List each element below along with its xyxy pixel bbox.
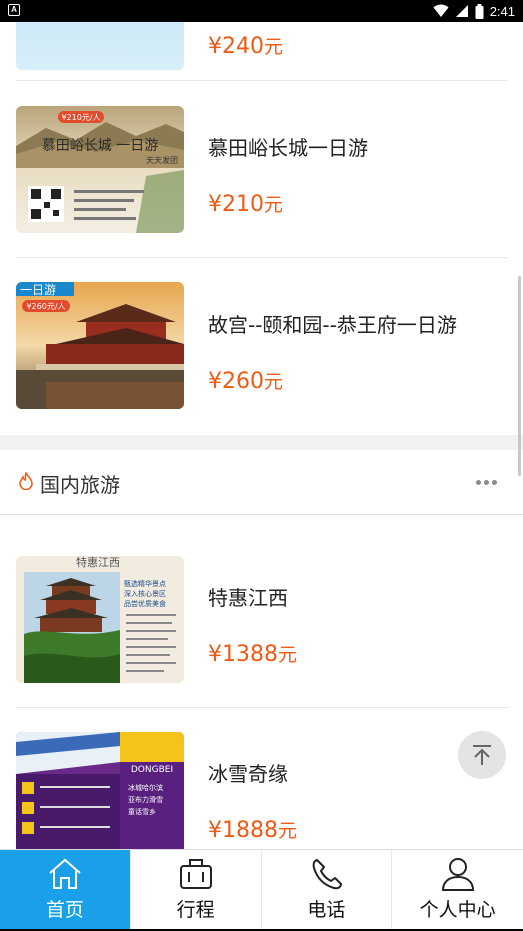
product-price: ¥1388元	[208, 642, 298, 667]
section-title: 国内旅游	[40, 473, 120, 497]
list-item[interactable]: 一日游 ¥260元/人 故宫--颐和园--恭王府一日游 ¥260元	[0, 267, 523, 443]
tab-label: 电话	[307, 899, 346, 921]
scrollbar[interactable]	[518, 276, 521, 476]
product-title[interactable]: 故宫--颐和园--恭王府一日游	[208, 309, 457, 338]
wifi-icon	[433, 4, 449, 17]
status-time: 2:41	[489, 3, 515, 19]
product-price: ¥260元	[208, 369, 284, 394]
thumb-tagline-1: 冰城哈尔滨	[128, 783, 163, 792]
thumb-title: 一日游	[20, 283, 56, 297]
tab-itinerary[interactable]: 行程	[131, 850, 262, 931]
thumb-tagline-3: 品尝优质美食	[124, 599, 166, 608]
thumb-tagline-3: 童话雪乡	[128, 807, 156, 816]
tab-label: 首页	[45, 899, 84, 921]
tab-label: 个人中心	[419, 899, 496, 921]
list-item[interactable]: ¥210元/人 慕田峪长城 一日游 天天发团 慕田峪长城一日游 ¥210元	[0, 90, 523, 266]
content-scroll[interactable]: ¥240元 ¥210元/人 慕田峪长城 一日游 天天发团 慕田峪长城一日游 ¥2…	[0, 22, 523, 849]
tab-home[interactable]: 首页	[0, 850, 131, 931]
product-title[interactable]: 特惠江西	[208, 582, 288, 611]
status-bar: A 2:41	[0, 0, 523, 22]
product-price: ¥1888元	[208, 818, 298, 843]
divider	[16, 257, 507, 258]
product-thumbnail: DONGBEI 冰城哈尔滨 亚布力滑雪 童话雪乡	[16, 732, 184, 849]
great-wall-poster-image: ¥210元/人 慕田峪长城 一日游 天天发团	[16, 106, 184, 233]
thumb-price-tag: ¥210元/人	[61, 113, 100, 122]
battery-icon	[475, 3, 484, 19]
status-bar-right: 2:41	[433, 2, 515, 20]
divider	[16, 707, 507, 708]
product-title[interactable]: 冰雪奇缘	[208, 758, 288, 787]
bottom-tab-bar: 首页 行程 电话 个人中心	[0, 849, 523, 931]
more-dots-icon[interactable]	[476, 480, 497, 485]
flame-icon	[19, 472, 33, 490]
thumb-tagline-1: 甄选精华景点	[124, 579, 166, 588]
divider	[16, 80, 507, 81]
arrow-up-icon	[473, 745, 491, 765]
home-icon	[49, 858, 81, 889]
divider	[0, 514, 523, 515]
tab-phone[interactable]: 电话	[262, 850, 393, 931]
thumb-title: 慕田峪长城 一日游	[42, 138, 158, 154]
product-thumbnail: ¥210元/人 慕田峪长城 一日游 天天发团	[16, 106, 184, 233]
user-icon	[441, 858, 474, 891]
list-item[interactable]: 特惠江西 甄选精华景点 深入核心景区 品尝优质美食 特惠江西 ¥1388元	[0, 540, 523, 716]
winter-poster-image: DONGBEI 冰城哈尔滨 亚布力滑雪 童话雪乡	[16, 732, 184, 849]
section-separator	[0, 435, 523, 450]
thumb-subtitle: 天天发团	[146, 155, 178, 165]
back-to-top-button[interactable]	[458, 731, 506, 779]
product-thumbnail	[16, 22, 184, 70]
product-thumbnail: 特惠江西 甄选精华景点 深入核心景区 品尝优质美食	[16, 556, 184, 683]
list-item[interactable]: DONGBEI 冰城哈尔滨 亚布力滑雪 童话雪乡 冰雪奇缘 ¥1888元	[0, 716, 523, 849]
thumb-price-tag: ¥260元/人	[26, 302, 65, 311]
phone-icon	[313, 859, 343, 890]
tab-label: 行程	[176, 899, 215, 921]
product-title[interactable]: 慕田峪长城一日游	[208, 132, 368, 161]
signal-icon	[455, 5, 468, 17]
forbidden-city-poster-image: 一日游 ¥260元/人	[16, 282, 184, 409]
product-thumbnail: 一日游 ¥260元/人	[16, 282, 184, 409]
tab-profile[interactable]: 个人中心	[392, 850, 523, 931]
product-price: ¥210元	[208, 192, 284, 217]
notification-icon: A	[8, 4, 20, 16]
product-price: ¥240元	[208, 34, 284, 59]
section-header: 国内旅游	[0, 450, 523, 514]
thumb-title: 特惠江西	[76, 556, 120, 569]
jiangxi-poster-image: 特惠江西 甄选精华景点 深入核心景区 品尝优质美食	[16, 556, 184, 683]
thumb-tagline-2: 深入核心景区	[124, 589, 166, 598]
thumb-tagline-2: 亚布力滑雪	[128, 795, 163, 804]
suitcase-icon	[179, 859, 212, 889]
thumb-title: DONGBEI	[131, 765, 173, 775]
